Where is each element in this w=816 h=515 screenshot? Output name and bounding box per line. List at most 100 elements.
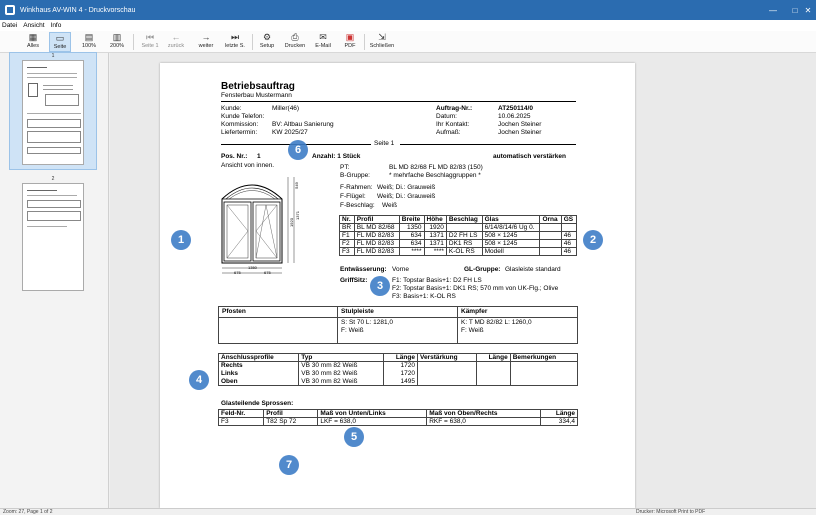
parts-header: Breite	[398, 215, 425, 224]
pdf-icon: ▣	[345, 32, 355, 42]
table-cell: ****	[398, 247, 425, 256]
printer-icon: ⎙	[291, 32, 299, 42]
zoom-200-button[interactable]: ▥ 200%	[106, 32, 128, 52]
divider	[221, 101, 576, 102]
table-cell: 1720	[383, 369, 418, 378]
glgruppe-label: GL-Gruppe:	[464, 266, 501, 273]
entwaesserung-label: Entwässerung:	[340, 266, 387, 273]
page-100-icon: ▤	[84, 32, 94, 42]
table-cell: 508 × 1245	[481, 231, 541, 240]
kontakt-value: Jochen Steiner	[498, 121, 542, 128]
previous-page-button[interactable]: ← zurück	[164, 32, 188, 52]
dim-h-arch: 549	[293, 182, 299, 189]
table-cell: F2	[339, 239, 355, 248]
callout-badge-1: 1	[171, 230, 191, 250]
table-cell: Oben	[217, 377, 300, 386]
menu-ansicht[interactable]: Ansicht	[23, 22, 44, 29]
table-cell: 634	[398, 239, 425, 248]
document-page: Betriebsauftrag Fensterbau Mustermann Ku…	[160, 63, 635, 508]
menu-info[interactable]: Info	[51, 22, 62, 29]
thumbnail-page-1[interactable]	[22, 60, 84, 165]
fbeschlag-value: Weiß	[382, 202, 398, 209]
table-cell: T82 Sp 72	[263, 417, 319, 426]
thumbnail-page-2[interactable]	[22, 183, 84, 291]
zoom-all-button[interactable]: ▦ Alles	[22, 32, 44, 52]
stulp-value-1: S: St 70 L: 1281,0	[341, 319, 394, 326]
dim-h-total: 1920	[288, 218, 294, 227]
table-cell: 46	[560, 247, 578, 256]
table-row: BR BL MD 82/68 1350 1920 6/14/8/14/6 Ug 0.	[339, 223, 578, 232]
table-cell: Links	[217, 369, 300, 378]
table-cell: 46	[560, 239, 578, 248]
dim-h-sash: 1371	[294, 211, 300, 220]
table-cell	[539, 247, 562, 256]
table-cell: 1495	[383, 377, 418, 386]
table-cell	[416, 369, 478, 378]
close-preview-button[interactable]: ⇲ Schließen	[368, 32, 396, 52]
griffsitz-line-3: F3: Basis+1: K-OL RS	[392, 293, 456, 300]
table-cell: VB 30 mm 82 Weiß	[298, 369, 385, 378]
zoom-page-button[interactable]: ▭ Seite	[49, 32, 71, 52]
email-button[interactable]: ✉ E-Mail	[311, 32, 335, 52]
last-page-button[interactable]: ⏭ letzte S.	[222, 32, 248, 52]
table-cell	[560, 223, 578, 232]
griffsitz-line-2: F2: Topstar Basis+1: DK1 RS; 570 mm von …	[392, 285, 559, 292]
griffsitz-line-1: F1: Topstar Basis+1: D2 FH LS	[392, 277, 482, 284]
kaempfer-label: Kämpfer	[461, 308, 488, 315]
minimize-button[interactable]: —	[762, 0, 784, 20]
griffsitz-label: GriffSitz:	[340, 277, 368, 284]
entwaesserung-value: Vorne	[392, 266, 409, 273]
print-button[interactable]: ⎙ Drucken	[282, 32, 308, 52]
pt-value: BL MD 82/68 FL MD 82/83 (150)	[389, 164, 483, 171]
table-row: F1 FL MD 82/83 634 1371 D2 FH LS 508 × 1245 46	[339, 231, 578, 240]
next-page-button[interactable]: → weiter	[194, 32, 218, 52]
arrow-right-icon: →	[201, 32, 211, 42]
table-cell	[476, 369, 511, 378]
bgruppe-value: * mehrfache Beschlaggruppen *	[389, 172, 481, 179]
table-cell	[539, 223, 562, 232]
thumbnail-pane[interactable]: 1 2	[0, 52, 109, 508]
close-button[interactable]: ✕	[800, 0, 816, 20]
table-row: Oben VB 30 mm 82 Weiß 1495	[217, 377, 579, 386]
page-200-icon: ▥	[112, 32, 122, 42]
sprossen-header: Feld-Nr.	[217, 409, 265, 418]
pdf-button[interactable]: ▣ PDF	[340, 32, 360, 52]
table-cell: FL MD 82/83	[353, 247, 400, 256]
first-page-button[interactable]: ⏮ Seite 1	[138, 32, 162, 52]
menu-datei[interactable]: Datei	[2, 22, 17, 29]
callout-badge-6: 6	[288, 140, 308, 160]
callout-badge-3: 3	[370, 276, 390, 296]
dim-w-right: 675	[264, 270, 271, 275]
table-cell	[509, 369, 579, 378]
window-title: Winkhaus AV-WIN 4 - Druckvorschau	[20, 6, 136, 14]
table-cell: 6/14/8/14/6 Ug 0.	[481, 223, 541, 232]
glgruppe-value: Glasleiste standard	[505, 266, 561, 273]
anschluss-header: Anschlussprofile	[217, 353, 300, 362]
table-cell: 1720	[383, 361, 418, 370]
table-cell: 1920	[423, 223, 447, 232]
doc-title: Betriebsauftrag	[221, 81, 295, 92]
callout-badge-7: 7	[279, 455, 299, 475]
aufmass-value: Jochen Steiner	[498, 129, 542, 136]
table-row: Rechts VB 30 mm 82 Weiß 1720	[217, 361, 579, 370]
table-cell: Modell	[481, 247, 541, 256]
telefon-label: Kunde Telefon:	[221, 113, 265, 120]
table-cell	[445, 223, 483, 232]
table-cell: FL MD 82/83	[353, 239, 400, 248]
table-cell: BR	[339, 223, 355, 232]
kunde-label: Kunde:	[221, 105, 242, 112]
exit-icon: ⇲	[378, 32, 386, 42]
table-cell: F3	[217, 417, 265, 426]
table-cell: Rechts	[217, 361, 300, 370]
kaempfer-value-1: K: T MD 82/82 L: 1260,0	[461, 319, 532, 326]
anschluss-header: Länge	[383, 353, 418, 362]
stulp-value-2: F: Weiß	[341, 327, 364, 334]
thumbnail-number-2: 2	[51, 176, 55, 182]
zoom-100-button[interactable]: ▤ 100%	[78, 32, 100, 52]
pt-label: PT:	[340, 164, 350, 171]
status-zoom-page: Zoom: 27, Page 1 of 2	[3, 509, 53, 515]
status-printer: Drucker: Microsoft Print to PDF	[636, 509, 706, 515]
kaempfer-value-2: F: Weiß	[461, 327, 484, 334]
table-cell	[509, 361, 579, 370]
setup-button[interactable]: ⚙ Setup	[256, 32, 278, 52]
